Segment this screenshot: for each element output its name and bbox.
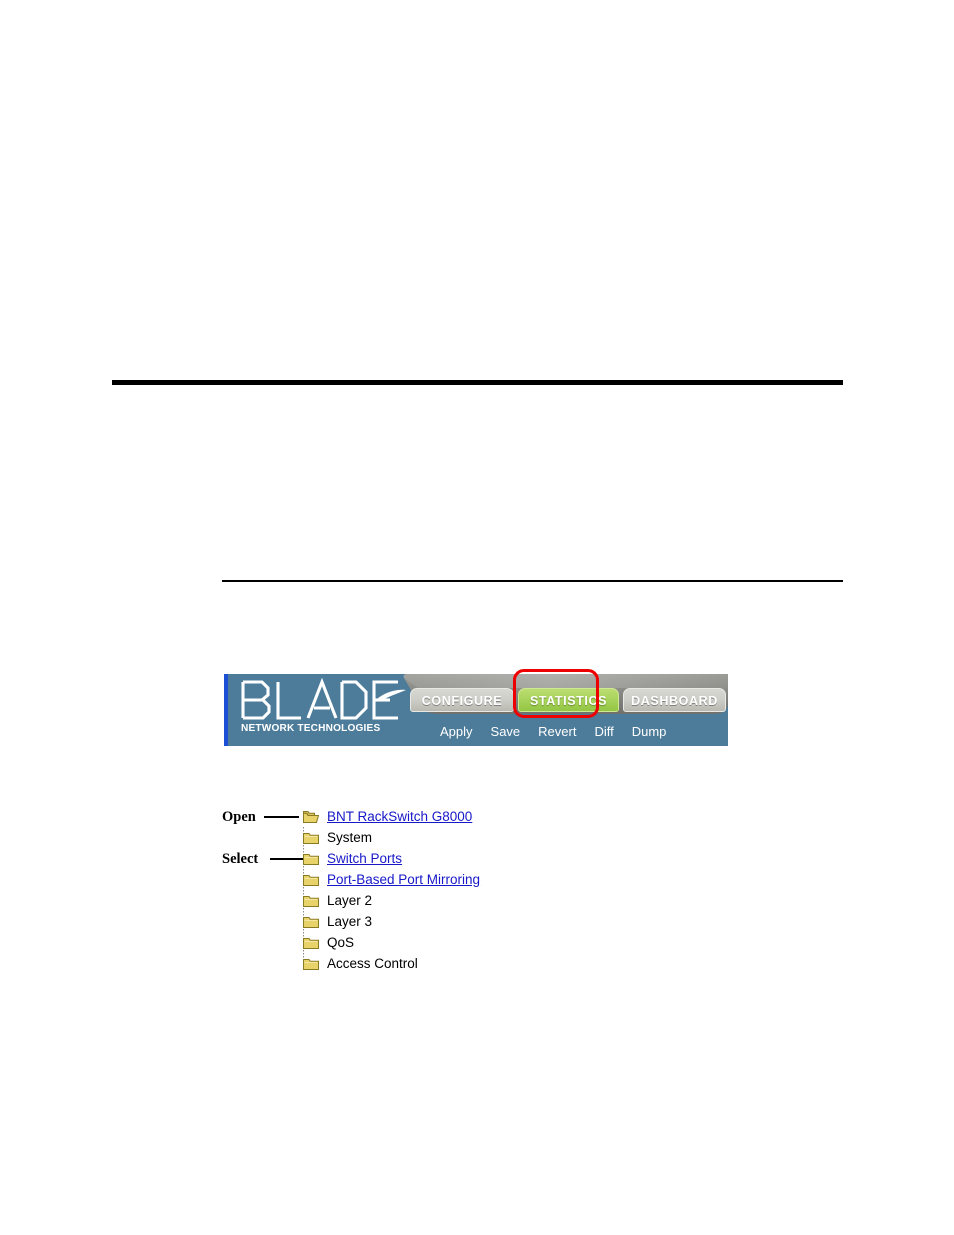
navigation-tree: Open BNT RackSwitch G8000 System Select xyxy=(222,806,552,974)
folder-icon xyxy=(303,852,319,866)
save-button[interactable]: Save xyxy=(491,724,521,739)
tree-item-system-label[interactable]: System xyxy=(327,830,372,845)
annotation-select-label: Select xyxy=(222,851,259,867)
blade-logo: NETWORK TECHNOLOGIES xyxy=(238,677,408,742)
tree-indent-root: Open xyxy=(222,806,303,827)
tab-configure[interactable]: CONFIGURE xyxy=(410,688,514,712)
action-toolbar: Apply Save Revert Diff Dump xyxy=(440,721,666,741)
tree-indent-layer-2 xyxy=(222,890,310,911)
folder-icon xyxy=(303,831,319,845)
diff-button[interactable]: Diff xyxy=(594,724,613,739)
tree-indent-port-mirroring xyxy=(222,869,310,890)
header-rule-thick xyxy=(112,380,843,385)
tree-indent-switch-ports: Select xyxy=(222,848,311,869)
tree-indent-qos xyxy=(222,932,310,953)
folder-icon xyxy=(303,936,319,950)
banner-accent-stripe xyxy=(224,674,228,746)
tree-row-access-control[interactable]: Access Control xyxy=(222,953,552,974)
switch-web-ui-banner: CONFIGURE STATISTICS DASHBOARD NETWORK T… xyxy=(224,674,728,746)
tree-item-root-label[interactable]: BNT RackSwitch G8000 xyxy=(327,809,472,824)
tab-bar: CONFIGURE STATISTICS DASHBOARD xyxy=(398,688,728,716)
tab-statistics[interactable]: STATISTICS xyxy=(518,688,619,712)
tree-indent-layer-3 xyxy=(222,911,310,932)
blade-logo-tagline: NETWORK TECHNOLOGIES xyxy=(241,722,381,734)
tree-item-port-based-port-mirroring-label[interactable]: Port-Based Port Mirroring xyxy=(327,872,480,887)
tree-row-layer-2[interactable]: Layer 2 xyxy=(222,890,552,911)
tree-row-switch-ports[interactable]: Select Switch Ports xyxy=(222,848,552,869)
dump-button[interactable]: Dump xyxy=(632,724,667,739)
folder-icon xyxy=(303,957,319,971)
tree-row-qos[interactable]: QoS xyxy=(222,932,552,953)
annotation-open-label: Open xyxy=(222,809,256,825)
annotation-open-leader xyxy=(264,816,299,818)
section-rule-thin xyxy=(222,580,843,582)
tree-item-layer-3-label[interactable]: Layer 3 xyxy=(327,914,372,929)
tree-item-access-control-label[interactable]: Access Control xyxy=(327,956,418,971)
tree-row-root[interactable]: Open BNT RackSwitch G8000 xyxy=(222,806,552,827)
apply-button[interactable]: Apply xyxy=(440,724,473,739)
tree-item-switch-ports-label[interactable]: Switch Ports xyxy=(327,851,402,866)
folder-icon xyxy=(303,894,319,908)
tree-indent-access-control xyxy=(222,953,310,974)
blade-wordmark-icon xyxy=(238,677,408,722)
folder-icon xyxy=(303,873,319,887)
tab-dashboard[interactable]: DASHBOARD xyxy=(623,688,726,712)
folder-icon xyxy=(303,915,319,929)
revert-button[interactable]: Revert xyxy=(538,724,576,739)
tree-row-layer-3[interactable]: Layer 3 xyxy=(222,911,552,932)
tree-indent-system xyxy=(222,827,310,848)
open-folder-icon xyxy=(303,810,320,824)
tree-row-port-based-port-mirroring[interactable]: Port-Based Port Mirroring xyxy=(222,869,552,890)
tree-row-system[interactable]: System xyxy=(222,827,552,848)
tree-item-qos-label[interactable]: QoS xyxy=(327,935,354,950)
tree-item-layer-2-label[interactable]: Layer 2 xyxy=(327,893,372,908)
